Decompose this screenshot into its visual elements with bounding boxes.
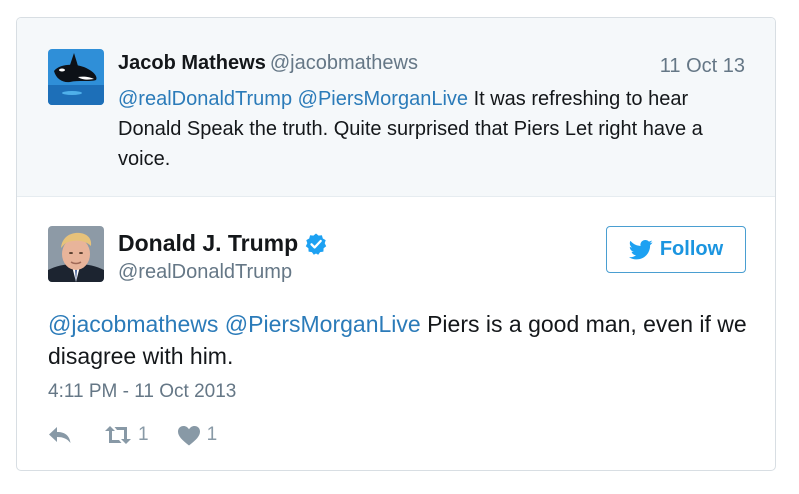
like-button[interactable]: 1 — [177, 424, 218, 446]
heart-icon — [177, 425, 200, 445]
trump-avatar[interactable] — [48, 226, 104, 282]
tweet-author-handle[interactable]: @realDonaldTrump — [118, 261, 292, 284]
tweet-author-name[interactable]: Donald J. Trump — [118, 230, 298, 257]
quoted-author-handle[interactable]: @jacobmathews — [270, 52, 418, 74]
quoted-author-name[interactable]: Jacob Mathews — [118, 52, 266, 74]
reply-icon — [49, 427, 71, 443]
retweet-button[interactable]: 1 — [104, 424, 149, 446]
embedded-tweet-card: Jacob Mathews @jacobmathews 11 Oct 13 @re… — [16, 17, 776, 471]
quoted-tweet[interactable]: Jacob Mathews @jacobmathews 11 Oct 13 @re… — [17, 18, 775, 197]
quoted-tweet-header: Jacob Mathews @jacobmathews — [118, 52, 418, 75]
like-count: 1 — [206, 424, 218, 445]
mention-link[interactable]: @PiersMorganLive — [225, 311, 421, 337]
jacob-avatar[interactable] — [48, 49, 104, 105]
tweet-actions: 1 1 — [48, 423, 217, 447]
verified-badge-icon — [305, 233, 327, 255]
mention-link[interactable]: @PiersMorganLive — [298, 88, 468, 110]
quoted-tweet-date[interactable]: 11 Oct 13 — [660, 55, 745, 78]
follow-button-label: Follow — [659, 238, 724, 260]
retweet-count: 1 — [138, 424, 149, 445]
mention-link[interactable]: @jacobmathews — [48, 311, 218, 337]
follow-button[interactable]: Follow — [606, 226, 746, 273]
mention-link[interactable]: @realDonaldTrump — [118, 88, 292, 110]
quoted-tweet-text: @realDonaldTrump @PiersMorganLive It was… — [118, 84, 748, 174]
tweet-timestamp[interactable]: 4:11 PM - 11 Oct 2013 — [48, 381, 236, 403]
tweet-text: @jacobmathews @PiersMorganLive Piers is … — [48, 308, 748, 372]
reply-button[interactable] — [48, 426, 72, 444]
bird-icon — [628, 239, 653, 259]
tweet-author-name-row: Donald J. Trump — [118, 230, 328, 257]
retweet-icon — [105, 426, 131, 444]
